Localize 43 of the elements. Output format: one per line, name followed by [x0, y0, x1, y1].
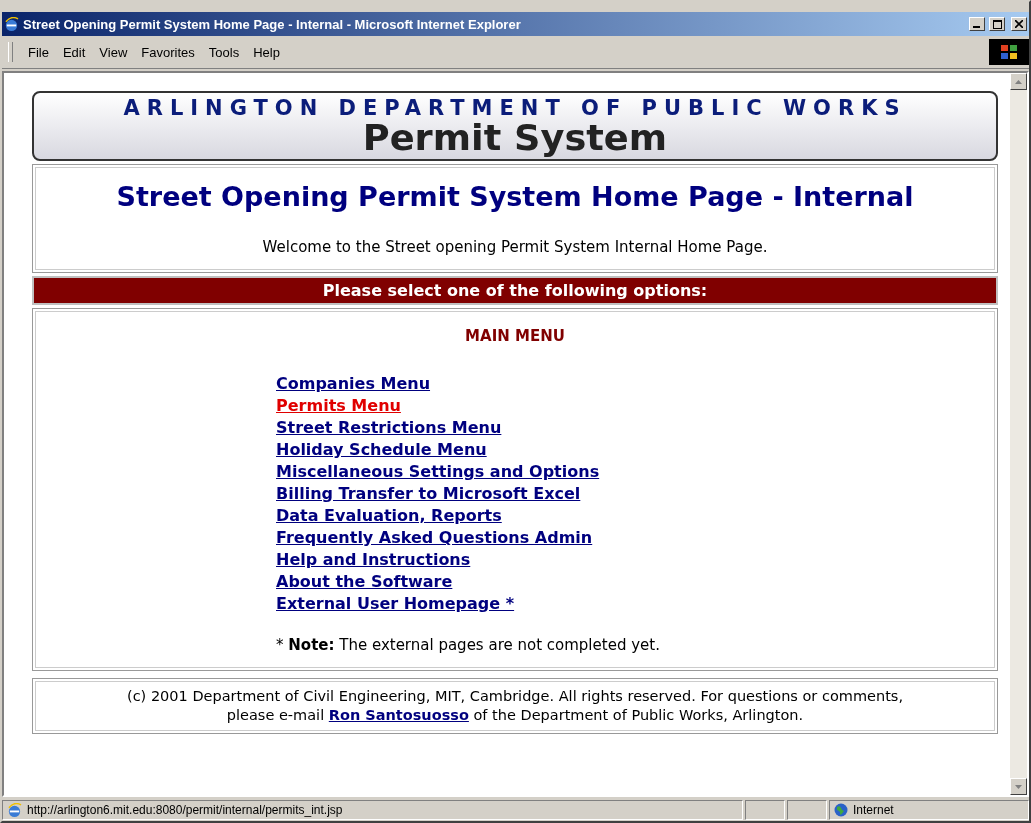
maximize-button[interactable]: [989, 17, 1005, 31]
maximize-icon: [992, 19, 1002, 29]
status-pane: [745, 800, 785, 820]
menu-item[interactable]: Tools: [201, 44, 247, 60]
minimize-button[interactable]: [969, 17, 985, 31]
close-icon: [1015, 20, 1023, 28]
windows-logo-icon: [1000, 44, 1018, 60]
menu-heading: MAIN MENU: [465, 327, 565, 345]
up-arrow-icon: [1015, 79, 1022, 84]
status-zone: Internet: [853, 803, 894, 817]
menu-link[interactable]: Frequently Asked Questions Admin: [276, 527, 593, 549]
menu-item[interactable]: Favorites: [134, 44, 202, 60]
page-title: Street Opening Permit System Home Page - Internal: [116, 181, 914, 212]
browser-icon: [7, 802, 22, 818]
window-title: Street Opening Permit System Home Page - Internal - Microsoft Internet Explorer: [23, 16, 522, 32]
close-button[interactable]: [1011, 17, 1027, 31]
banner-organization: ARLINGTON DEPARTMENT OF PUBLIC WORKS: [123, 96, 907, 120]
menu-link[interactable]: Billing Transfer to Microsoft Excel: [276, 483, 581, 505]
down-arrow-icon: [1015, 784, 1022, 789]
menu-link[interactable]: Companies Menu: [276, 373, 431, 395]
status-url: http://arlington6.mit.edu:8080/permit/internal/permits_int.jsp: [27, 803, 343, 817]
menu-item[interactable]: Edit: [55, 44, 93, 60]
menu-link[interactable]: About the Software: [276, 571, 453, 593]
menu-item[interactable]: File: [21, 44, 56, 60]
menu-link[interactable]: Street Restrictions Menu: [276, 417, 502, 439]
email-link[interactable]: Ron Santosuosso: [328, 707, 469, 723]
browser-icon: [4, 16, 19, 32]
copyright-text: (c) 2001 Department of Civil Engineering, MIT, Cambridge. All rights reserved. For questions or comments, please e-mail Ron Santosuosso of the Department of Public Works, Arlington.: [127, 687, 903, 725]
options-bar: Please select one of the following options:: [32, 276, 998, 305]
menu-link[interactable]: Data Evaluation, Reports: [276, 505, 502, 527]
menu-item[interactable]: View: [92, 44, 135, 60]
menu-link[interactable]: Help and Instructions: [276, 549, 471, 571]
status-pane: [787, 800, 827, 820]
menu-link[interactable]: Permits Menu: [276, 395, 401, 417]
menu-link[interactable]: Holiday Schedule Menu: [276, 439, 487, 461]
globe-icon: [834, 803, 848, 817]
menu-item[interactable]: Help: [246, 44, 287, 60]
menu-link[interactable]: External User Homepage *: [276, 593, 515, 615]
menu-link[interactable]: Miscellaneous Settings and Options: [276, 461, 600, 483]
note-text: *Note: The external pages are not completed yet.: [276, 636, 660, 654]
banner-product: Permit System: [362, 120, 668, 156]
scrollbar[interactable]: [1010, 73, 1027, 795]
welcome-text: Welcome to the Street opening Permit System Internal Home Page.: [262, 238, 768, 256]
